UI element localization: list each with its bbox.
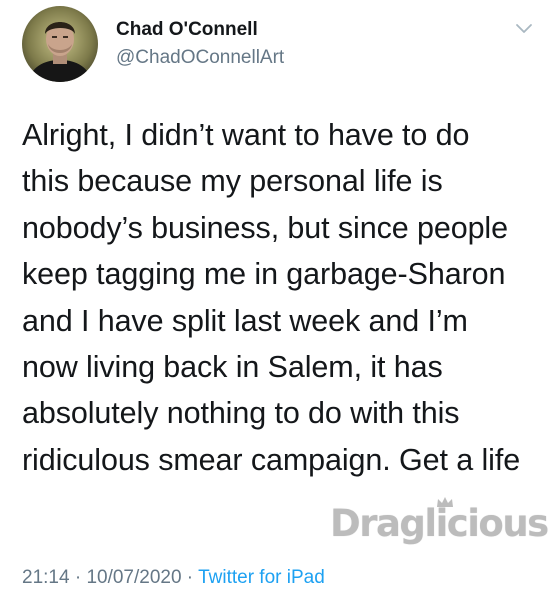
- crown-icon: [437, 497, 453, 507]
- tweet-card: Chad O'Connell @ChadOConnellArt Alright,…: [0, 0, 560, 600]
- chevron-down-icon[interactable]: [515, 21, 533, 35]
- tweet-meta: 21:14 · 10/07/2020 · Twitter for iPad: [22, 567, 325, 589]
- tweet-date: 10/07/2020: [86, 567, 182, 588]
- tweet-line: and I have split last week and I’m: [22, 303, 468, 338]
- tweet-source-link[interactable]: Twitter for iPad: [198, 567, 325, 588]
- meta-separator: ·: [181, 567, 199, 588]
- watermark-text: Draglicious: [330, 502, 549, 545]
- author-handle[interactable]: @ChadOConnellArt: [116, 47, 284, 69]
- tweet-line: Alright, I didn’t want to have to do: [22, 118, 470, 152]
- tweet-line: this because my personal life is: [22, 164, 443, 199]
- profile-photo-image: [22, 6, 98, 82]
- tweet-time: 21:14: [22, 567, 70, 588]
- tweet-line: keep tagging me in garbage-Sharon: [22, 257, 506, 292]
- watermark: Draglicious: [330, 496, 550, 560]
- tweet-text: Alright, I didn’t want to have to do thi…: [22, 112, 552, 483]
- author-name[interactable]: Chad O'Connell: [116, 19, 258, 41]
- meta-separator: ·: [69, 567, 87, 588]
- tweet-line: ridiculous smear campaign. Get a life: [22, 442, 521, 477]
- tweet-line: nobody’s business, but since people: [22, 210, 508, 245]
- avatar[interactable]: [22, 6, 98, 82]
- tweet-line: now living back in Salem, it has: [22, 350, 443, 385]
- tweet-line: absolutely nothing to do with this: [22, 396, 460, 431]
